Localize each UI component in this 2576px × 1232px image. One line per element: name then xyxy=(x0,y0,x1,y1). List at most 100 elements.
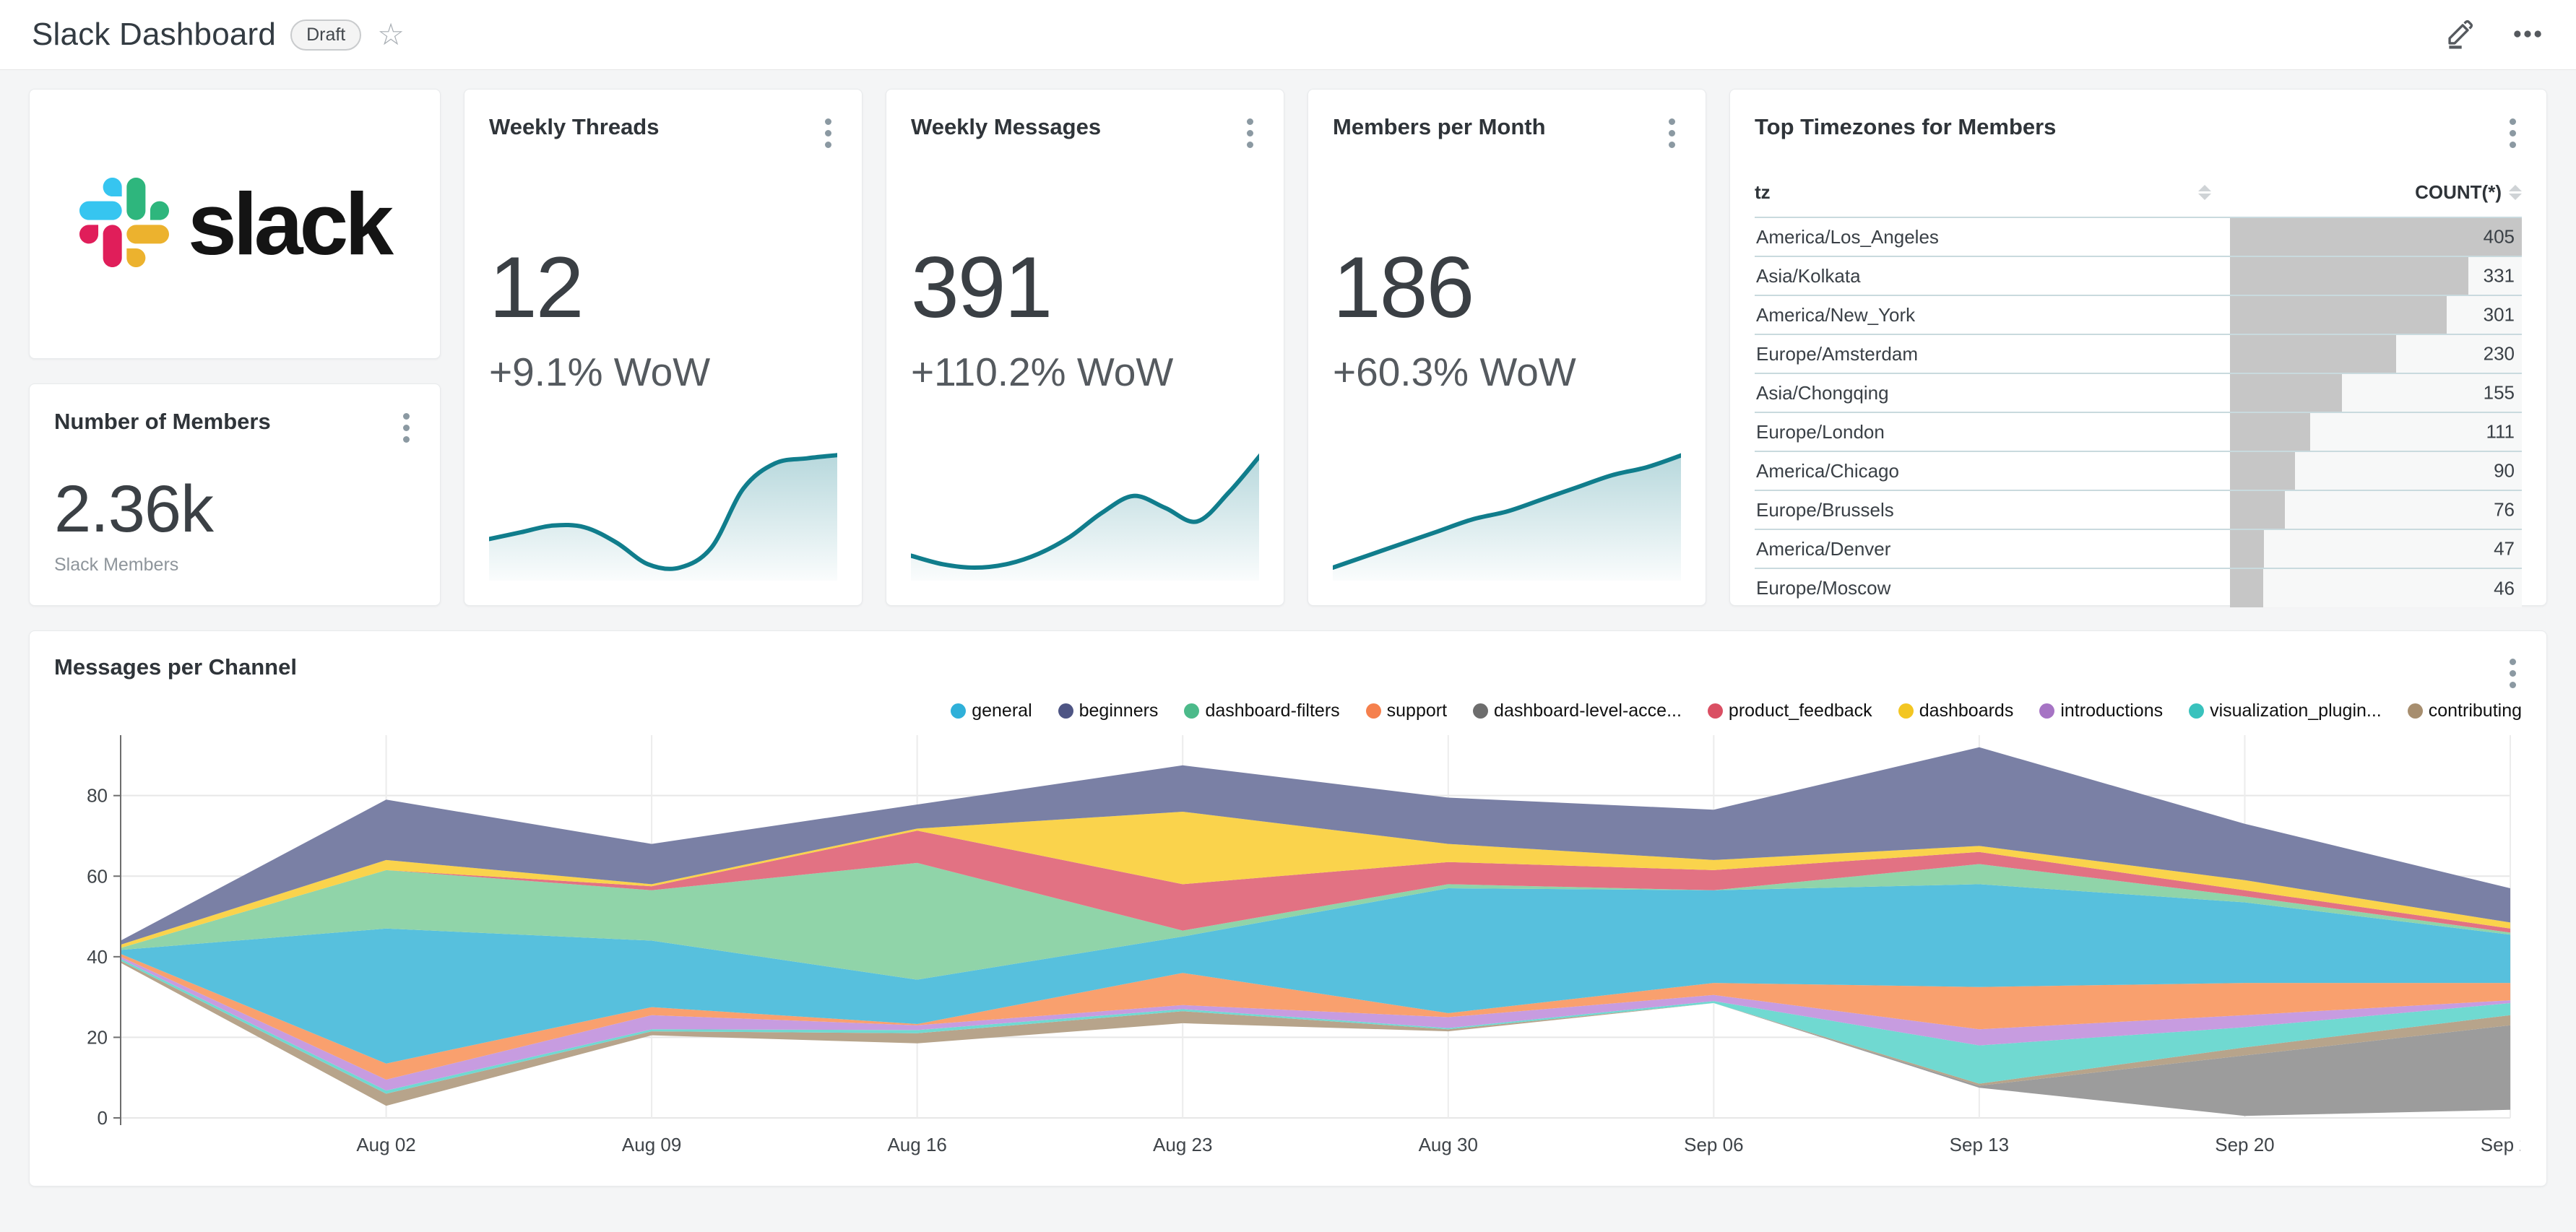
count-value: 230 xyxy=(2484,343,2515,365)
pencil-icon xyxy=(2445,17,2478,53)
kpi-delta: +60.3% WoW xyxy=(1333,349,1681,395)
legend-item[interactable]: dashboard-filters xyxy=(1184,700,1339,721)
count-value: 90 xyxy=(2494,460,2515,482)
count-bar xyxy=(2230,374,2342,412)
kebab-menu-icon[interactable] xyxy=(2504,114,2522,152)
count-bar xyxy=(2230,569,2263,607)
svg-text:60: 60 xyxy=(87,865,108,887)
kebab-menu-icon[interactable] xyxy=(2504,654,2522,693)
legend-dot-icon xyxy=(951,703,966,719)
count-cell: 331 xyxy=(2230,256,2522,295)
sparkline-chart xyxy=(1333,443,1681,581)
slack-logo-card: slack xyxy=(29,89,441,359)
legend-dot-icon xyxy=(1366,703,1381,719)
kpi-delta: +110.2% WoW xyxy=(911,349,1259,395)
tz-cell: Asia/Kolkata xyxy=(1755,256,2230,295)
svg-text:Aug 23: Aug 23 xyxy=(1153,1134,1212,1155)
favorite-star-icon[interactable]: ☆ xyxy=(377,19,405,50)
sort-icon[interactable] xyxy=(2198,185,2211,200)
legend-item[interactable]: support xyxy=(1366,700,1447,721)
sort-icon[interactable] xyxy=(2509,185,2522,200)
table-row: America/Los_Angeles 405 xyxy=(1755,217,2522,256)
table-row: Europe/London111 xyxy=(1755,412,2522,451)
tz-cell: America/New_York xyxy=(1755,295,2230,334)
top-bar: Slack Dashboard Draft ☆ xyxy=(0,0,2576,70)
count-value: 301 xyxy=(2484,304,2515,326)
legend-item[interactable]: product_feedback xyxy=(1708,700,1872,721)
table-row: Europe/Brussels76 xyxy=(1755,490,2522,529)
svg-text:Sep 06: Sep 06 xyxy=(1684,1134,1743,1155)
count-value: 405 xyxy=(2484,226,2515,248)
legend-item[interactable]: general xyxy=(951,700,1032,721)
count-cell: 90 xyxy=(2230,451,2522,490)
count-bar xyxy=(2230,452,2295,490)
count-value: 47 xyxy=(2494,538,2515,560)
count-cell: 301 xyxy=(2230,295,2522,334)
legend-label: dashboards xyxy=(1919,700,2014,721)
ellipsis-icon xyxy=(2511,17,2544,53)
kebab-menu-icon[interactable] xyxy=(819,114,837,152)
legend-dot-icon xyxy=(2039,703,2054,719)
count-cell: 405 xyxy=(2230,217,2522,256)
tz-cell: America/Chicago xyxy=(1755,451,2230,490)
column-header-count[interactable]: COUNT(*) xyxy=(2230,171,2522,217)
status-badge: Draft xyxy=(290,19,361,51)
count-cell: 111 xyxy=(2230,412,2522,451)
card-title: Number of Members xyxy=(54,409,271,435)
legend-item[interactable]: dashboards xyxy=(1898,700,2014,721)
count-value: 46 xyxy=(2494,577,2515,599)
count-bar xyxy=(2230,257,2468,295)
tz-cell: America/Denver xyxy=(1755,529,2230,568)
kebab-menu-icon[interactable] xyxy=(397,409,415,447)
table-row: Asia/Chongqing155 xyxy=(1755,373,2522,412)
tz-cell: Asia/Chongqing xyxy=(1755,373,2230,412)
count-bar xyxy=(2230,530,2264,568)
legend-dot-icon xyxy=(1473,703,1488,719)
legend-item[interactable]: visualization_plugin... xyxy=(2189,700,2382,721)
count-cell: 230 xyxy=(2230,334,2522,373)
slack-logo-icon xyxy=(79,178,169,271)
svg-text:80: 80 xyxy=(87,785,108,807)
slack-wordmark: slack xyxy=(188,173,390,274)
count-bar xyxy=(2230,335,2395,373)
legend-dot-icon xyxy=(2408,703,2423,719)
legend-item[interactable]: beginners xyxy=(1058,700,1159,721)
sparkline-chart xyxy=(489,443,837,581)
table-row: America/Chicago 90 xyxy=(1755,451,2522,490)
svg-text:Aug 16: Aug 16 xyxy=(887,1134,946,1155)
card-title: Weekly Messages xyxy=(911,114,1101,140)
edit-dashboard-button[interactable] xyxy=(2445,17,2478,53)
legend-label: beginners xyxy=(1079,700,1159,721)
svg-text:Aug 02: Aug 02 xyxy=(356,1134,415,1155)
tz-cell: America/Los_Angeles xyxy=(1755,217,2230,256)
table-row: Asia/Kolkata331 xyxy=(1755,256,2522,295)
messages-per-channel-card: Messages per Channel general beginners das… xyxy=(29,630,2547,1187)
members-per-month-card: Members per Month 186 +60.3% WoW xyxy=(1308,89,1706,606)
kpi-value: 391 xyxy=(911,238,1259,337)
card-title: Messages per Channel xyxy=(54,654,297,680)
legend-dot-icon xyxy=(1708,703,1723,719)
legend-item[interactable]: dashboard-level-acce... xyxy=(1473,700,1682,721)
chart-legend: general beginners dashboard-filters support… xyxy=(54,695,2522,726)
legend-dot-icon xyxy=(1058,703,1073,719)
count-cell: 76 xyxy=(2230,490,2522,529)
number-of-members-card: Number of Members 2.36k Slack Members xyxy=(29,383,441,606)
legend-label: contributing xyxy=(2429,700,2522,721)
legend-item[interactable]: introductions xyxy=(2039,700,2163,721)
card-title: Top Timezones for Members xyxy=(1755,114,2056,140)
table-row: Europe/Moscow46 xyxy=(1755,568,2522,607)
svg-text:0: 0 xyxy=(98,1107,108,1129)
count-bar xyxy=(2230,491,2285,529)
more-options-button[interactable] xyxy=(2511,17,2544,53)
legend-item[interactable]: contributing xyxy=(2408,700,2522,721)
card-title: Members per Month xyxy=(1333,114,1546,140)
column-header-tz[interactable]: tz xyxy=(1755,171,2230,217)
kebab-menu-icon[interactable] xyxy=(1241,114,1259,152)
kebab-menu-icon[interactable] xyxy=(1663,114,1681,152)
tz-cell: Europe/Amsterdam xyxy=(1755,334,2230,373)
count-cell: 47 xyxy=(2230,529,2522,568)
stacked-area-chart[interactable]: 020406080Aug 02Aug 09Aug 16Aug 23Aug 30S… xyxy=(54,731,2520,1163)
timezones-table: tz COUNT(*) America/Los_Angeles405Asia xyxy=(1755,171,2522,607)
count-bar xyxy=(2230,218,2522,256)
weekly-threads-card: Weekly Threads 12 +9.1% WoW xyxy=(464,89,863,606)
